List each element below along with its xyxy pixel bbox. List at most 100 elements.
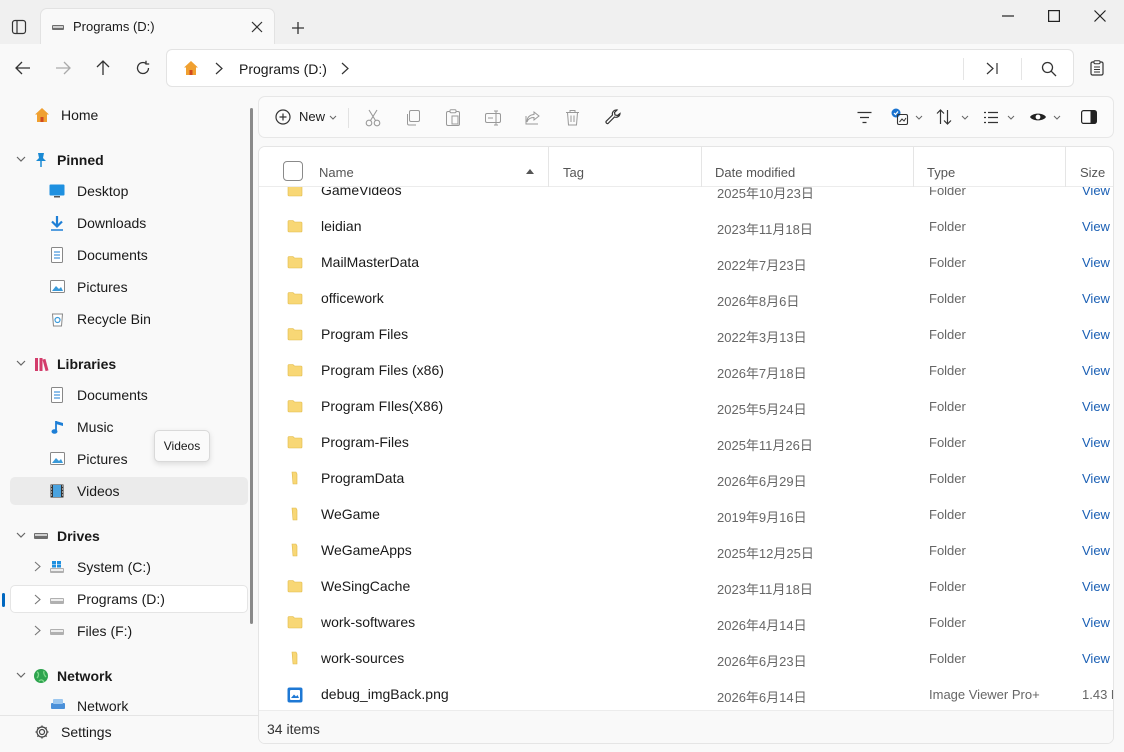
sidebar-item-home[interactable]: Home [10,101,248,129]
settings-button[interactable]: Settings [10,718,248,746]
file-row[interactable]: debug_imgBack.png 2026年6月14日 Image Viewer … [259,677,1113,710]
file-row[interactable]: WeGameApps 2025年12月25日 Folder View s [259,533,1113,569]
file-size[interactable]: View s [1082,255,1113,270]
column-separator[interactable] [701,147,702,187]
column-type[interactable]: Type [927,165,955,180]
file-row[interactable]: leidian 2023年11月18日 Folder View s [259,209,1113,245]
file-size[interactable]: View s [1082,651,1113,666]
copy-icon[interactable] [405,110,421,126]
chevron-down-icon[interactable] [915,115,923,120]
search-icon[interactable] [1041,61,1057,77]
file-size[interactable]: View s [1082,615,1113,630]
file-row[interactable]: WeSingCache 2023年11月18日 Folder View s [259,569,1113,605]
chevron-down-icon[interactable] [16,360,26,367]
delete-icon[interactable] [565,109,580,126]
file-size[interactable]: View s [1082,399,1113,414]
refresh-icon[interactable] [132,58,154,78]
column-tag[interactable]: Tag [563,165,584,180]
column-date-modified[interactable]: Date modified [715,165,795,180]
column-size[interactable]: Size [1080,165,1105,180]
sidebar-section-libraries[interactable]: Libraries [10,350,248,378]
file-size[interactable]: View s [1082,291,1113,306]
sidebar-item-lib-pictures[interactable]: Pictures [10,445,248,473]
breadcrumb-programs-d[interactable]: Programs (D:) [239,61,327,77]
chevron-down-icon[interactable] [1007,115,1015,120]
file-row[interactable]: MailMasterData 2022年7月23日 Folder View s [259,245,1113,281]
sidebar-item-videos[interactable]: Videos [10,477,248,505]
maximize-icon[interactable] [1042,6,1066,26]
chevron-right-icon[interactable] [34,594,41,605]
sidebar-item-files-f[interactable]: Files (F:) [10,617,248,645]
preview-eye-icon[interactable] [1029,111,1047,123]
chevron-down-icon[interactable] [961,115,969,120]
sidebar-item-recycle-bin[interactable]: Recycle Bin [10,305,248,333]
file-size[interactable]: View s [1082,471,1113,486]
back-icon[interactable] [12,58,34,78]
file-size[interactable]: View s [1082,507,1113,522]
file-row[interactable]: Program FIles(X86) 2025年5月24日 Folder View s [259,389,1113,425]
sort-icon[interactable] [936,109,952,125]
chevron-right-icon[interactable] [341,62,349,75]
file-row[interactable]: officework 2026年8月6日 Folder View s [259,281,1113,317]
file-size[interactable]: View s [1082,187,1113,198]
file-size[interactable]: View s [1082,435,1113,450]
chevron-down-icon[interactable] [1053,115,1061,120]
file-row[interactable]: GameVideos 2025年10月23日 Folder View s [259,187,1113,209]
sidebar-section-network[interactable]: Network [10,662,248,690]
cut-icon[interactable] [365,109,381,127]
file-size[interactable]: View s [1082,363,1113,378]
file-size[interactable]: View s [1082,579,1113,594]
toggle-pane-icon[interactable] [1081,110,1097,124]
file-size[interactable]: View s [1082,327,1113,342]
sidebar-item-documents[interactable]: Documents [10,241,248,269]
chevron-down-icon[interactable] [16,156,26,163]
file-row[interactable]: WeGame 2019年9月16日 Folder View s [259,497,1113,533]
sidebar-item-network[interactable]: Network [10,693,248,715]
chevron-right-icon[interactable] [215,62,223,75]
file-size[interactable]: View s [1082,219,1113,234]
sidebar-item-desktop[interactable]: Desktop [10,177,248,205]
file-row[interactable]: ProgramData 2026年6月29日 Folder View s [259,461,1113,497]
paste-icon[interactable] [445,109,461,127]
column-separator[interactable] [913,147,914,187]
chevron-down-icon[interactable] [16,532,26,539]
sidebar-item-lib-documents[interactable]: Documents [10,381,248,409]
forward-icon[interactable] [52,58,74,78]
minimize-icon[interactable] [996,6,1020,26]
chevron-down-icon[interactable] [16,672,26,679]
select-all-checkbox[interactable] [283,161,303,181]
layout-details-icon[interactable] [983,111,999,124]
rename-icon[interactable] [485,110,501,126]
properties-wrench-icon[interactable] [605,109,622,126]
clipboard-icon[interactable] [1086,58,1108,78]
share-icon[interactable] [525,110,541,126]
sidebar-item-system-c[interactable]: System (C:) [10,553,248,581]
file-row[interactable]: Program-Files 2025年11月26日 Folder View s [259,425,1113,461]
sidebar-item-programs-d[interactable]: Programs (D:) [2,585,248,613]
chevron-right-icon[interactable] [34,561,41,572]
sidebar-toggle-icon[interactable] [10,18,28,36]
new-button[interactable]: New [273,106,339,130]
new-tab-icon[interactable] [288,18,308,38]
close-tab-icon[interactable] [249,19,265,35]
file-size[interactable]: View s [1082,543,1113,558]
file-row[interactable]: work-sources 2026年6月23日 Folder View s [259,641,1113,677]
file-row[interactable]: Program Files 2022年3月13日 Folder View s [259,317,1113,353]
column-separator[interactable] [548,147,549,187]
tab-programs-d[interactable]: Programs (D:) [40,8,275,44]
file-row[interactable]: work-softwares 2026年4月14日 Folder View s [259,605,1113,641]
sidebar-item-pictures[interactable]: Pictures [10,273,248,301]
sidebar-item-music[interactable]: Music [10,413,248,441]
up-icon[interactable] [92,58,114,78]
close-window-icon[interactable] [1088,6,1112,26]
sidebar-scrollbar[interactable] [250,108,253,624]
column-separator[interactable] [1065,147,1066,187]
file-row[interactable]: Program Files (x86) 2026年7月18日 Folder View … [259,353,1113,389]
sidebar-section-drives[interactable]: Drives [10,522,248,550]
home-icon[interactable] [183,60,199,76]
column-name[interactable]: Name [319,165,354,180]
select-mode-icon[interactable] [891,108,909,126]
filter-icon[interactable] [857,111,872,124]
address-bar[interactable]: Programs (D:) [166,49,1074,87]
chevron-right-icon[interactable] [34,625,41,636]
